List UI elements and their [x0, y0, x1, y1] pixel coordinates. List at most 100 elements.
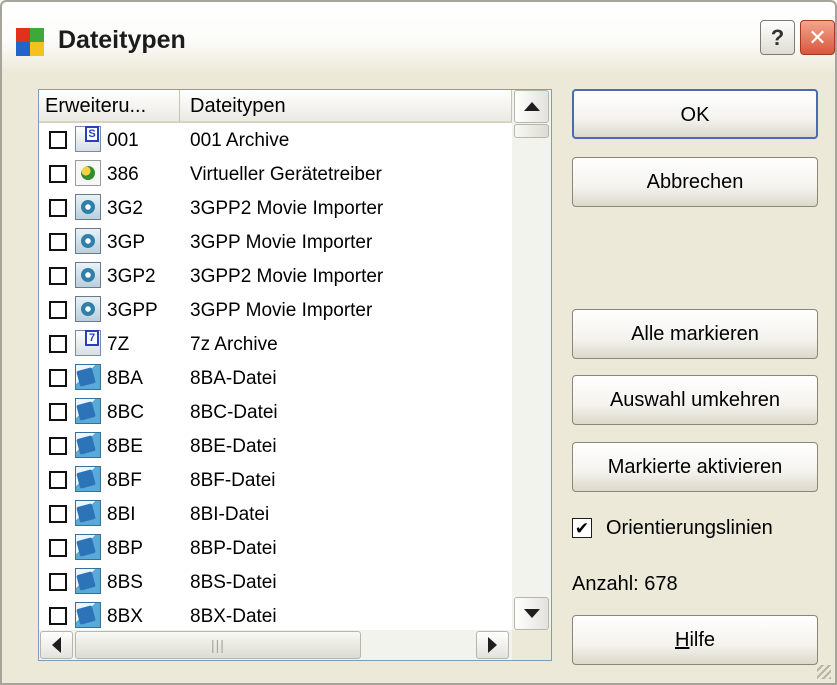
guide-lines-option[interactable]: ✔ Orientierungslinien — [572, 514, 773, 542]
extension-cell: 8BC — [107, 402, 144, 423]
file-type-cell: 8BP-Datei — [190, 538, 277, 559]
row-checkbox[interactable] — [49, 335, 67, 353]
window-title: Dateitypen — [58, 26, 186, 54]
extension-cell: 3GP2 — [107, 266, 156, 287]
close-button[interactable]: ✕ — [800, 20, 835, 55]
file-type-cell: 8BS-Datei — [190, 572, 277, 593]
title-bar[interactable]: Dateitypen ? ✕ — [2, 2, 835, 74]
row-checkbox[interactable] — [49, 403, 67, 421]
row-checkbox[interactable] — [49, 505, 67, 523]
row-checkbox[interactable] — [49, 233, 67, 251]
row-checkbox[interactable] — [49, 267, 67, 285]
vertical-scrollbar[interactable] — [512, 90, 551, 630]
file-type-cell: 8BX-Datei — [190, 606, 277, 627]
list-item[interactable]: 3GP2 3GPP2 Movie Importer — [39, 259, 512, 293]
column-header-extension[interactable]: Erweiteru... — [39, 90, 180, 123]
list-item[interactable]: 3G2 3GPP2 Movie Importer — [39, 191, 512, 225]
list-item[interactable]: S 001 001 Archive — [39, 123, 512, 157]
list-item[interactable]: 8BI 8BI-Datei — [39, 497, 512, 531]
file-type-cell: 8BC-Datei — [190, 402, 278, 423]
vertical-scroll-thumb[interactable] — [514, 124, 549, 138]
file-types-list[interactable]: Erweiteru... Dateitypen S 001 001 Archive 3… — [38, 89, 552, 661]
movie-file-icon — [75, 228, 101, 254]
file-type-cell: 8BF-Datei — [190, 470, 276, 491]
extension-cell: 3GPP — [107, 300, 158, 321]
scroll-left-button[interactable] — [40, 631, 73, 659]
invert-selection-button[interactable]: Auswahl umkehren — [572, 375, 818, 425]
file-type-cell: 3GPP Movie Importer — [190, 300, 373, 321]
ps-plugin-icon — [75, 602, 101, 628]
help-accelerator: H — [674, 629, 690, 651]
extension-cell: 3GP — [107, 232, 146, 253]
file-type-cell: 8BA-Datei — [190, 368, 277, 389]
extension-cell: 7Z — [107, 334, 130, 355]
scroll-up-button[interactable] — [514, 90, 549, 123]
file-type-cell: 8BE-Datei — [190, 436, 277, 457]
file-type-cell: 3GPP2 Movie Importer — [190, 266, 384, 287]
row-checkbox[interactable] — [49, 165, 67, 183]
row-checkbox[interactable] — [49, 539, 67, 557]
list-header: Erweiteru... Dateitypen — [39, 90, 512, 123]
list-item[interactable]: 8BF 8BF-Datei — [39, 463, 512, 497]
row-checkbox[interactable] — [49, 437, 67, 455]
list-item[interactable]: 8BX 8BX-Datei — [39, 599, 512, 630]
file-type-cell: 8BI-Datei — [190, 504, 270, 525]
horizontal-scrollbar[interactable]: ||| — [39, 630, 512, 660]
list-item[interactable]: 8BP 8BP-Datei — [39, 531, 512, 565]
list-item[interactable]: 8BA 8BA-Datei — [39, 361, 512, 395]
row-checkbox[interactable] — [49, 471, 67, 489]
ps-plugin-icon — [75, 364, 101, 390]
help-title-button[interactable]: ? — [760, 20, 795, 55]
row-checkbox[interactable] — [49, 199, 67, 217]
extension-cell: 8BE — [107, 436, 143, 457]
extension-cell: 8BX — [107, 606, 143, 627]
extension-cell: 8BF — [107, 470, 142, 491]
extension-cell: 3G2 — [107, 198, 143, 219]
file-type-cell: 001 Archive — [190, 130, 290, 151]
ps-plugin-icon — [75, 568, 101, 594]
list-item[interactable]: 7 7Z 7z Archive — [39, 327, 512, 361]
row-checkbox[interactable] — [49, 369, 67, 387]
list-item[interactable]: 3GP 3GPP Movie Importer — [39, 225, 512, 259]
file-type-cell: 7z Archive — [190, 334, 278, 355]
help-button[interactable]: Hilfe — [572, 615, 818, 665]
movie-file-icon — [75, 296, 101, 322]
chevron-up-icon — [523, 102, 540, 111]
list-item[interactable]: 8BS 8BS-Datei — [39, 565, 512, 599]
list-rows: S 001 001 Archive 386 Virtueller Gerätetreib… — [39, 123, 512, 630]
ps-plugin-icon — [75, 500, 101, 526]
ps-plugin-icon — [75, 534, 101, 560]
row-checkbox[interactable] — [49, 301, 67, 319]
column-header-file-types[interactable]: Dateitypen — [180, 90, 512, 123]
list-item[interactable]: 8BE 8BE-Datei — [39, 429, 512, 463]
extension-cell: 386 — [107, 164, 139, 185]
windows-logo-icon — [16, 28, 44, 56]
extension-cell: 8BI — [107, 504, 136, 525]
row-checkbox[interactable] — [49, 573, 67, 591]
row-checkbox[interactable] — [49, 131, 67, 149]
chevron-left-icon — [52, 637, 61, 653]
ps-plugin-icon — [75, 432, 101, 458]
select-all-button[interactable]: Alle markieren — [572, 309, 818, 359]
list-item[interactable]: 8BC 8BC-Datei — [39, 395, 512, 429]
ok-button[interactable]: OK — [572, 89, 818, 139]
scroll-right-button[interactable] — [476, 631, 509, 659]
cancel-button[interactable]: Abbrechen — [572, 157, 818, 207]
scrollbar-corner — [476, 630, 551, 660]
help-button-label-rest: ilfe — [689, 629, 716, 651]
activate-marked-button[interactable]: Markierte aktivieren — [572, 442, 818, 492]
guide-lines-checkbox[interactable]: ✔ — [572, 518, 592, 538]
chevron-down-icon — [523, 609, 540, 618]
item-count: Anzahl: 678 — [572, 573, 678, 595]
list-item[interactable]: 386 Virtueller Gerätetreiber — [39, 157, 512, 191]
horizontal-scroll-thumb[interactable]: ||| — [75, 631, 361, 659]
extension-cell: 001 — [107, 130, 139, 151]
ps-plugin-icon — [75, 466, 101, 492]
scroll-down-button[interactable] — [514, 597, 549, 630]
archive-s-icon: S — [75, 126, 101, 152]
resize-grip-icon[interactable] — [817, 665, 831, 679]
file-type-cell: Virtueller Gerätetreiber — [190, 164, 382, 185]
extension-cell: 8BP — [107, 538, 143, 559]
row-checkbox[interactable] — [49, 607, 67, 625]
list-item[interactable]: 3GPP 3GPP Movie Importer — [39, 293, 512, 327]
